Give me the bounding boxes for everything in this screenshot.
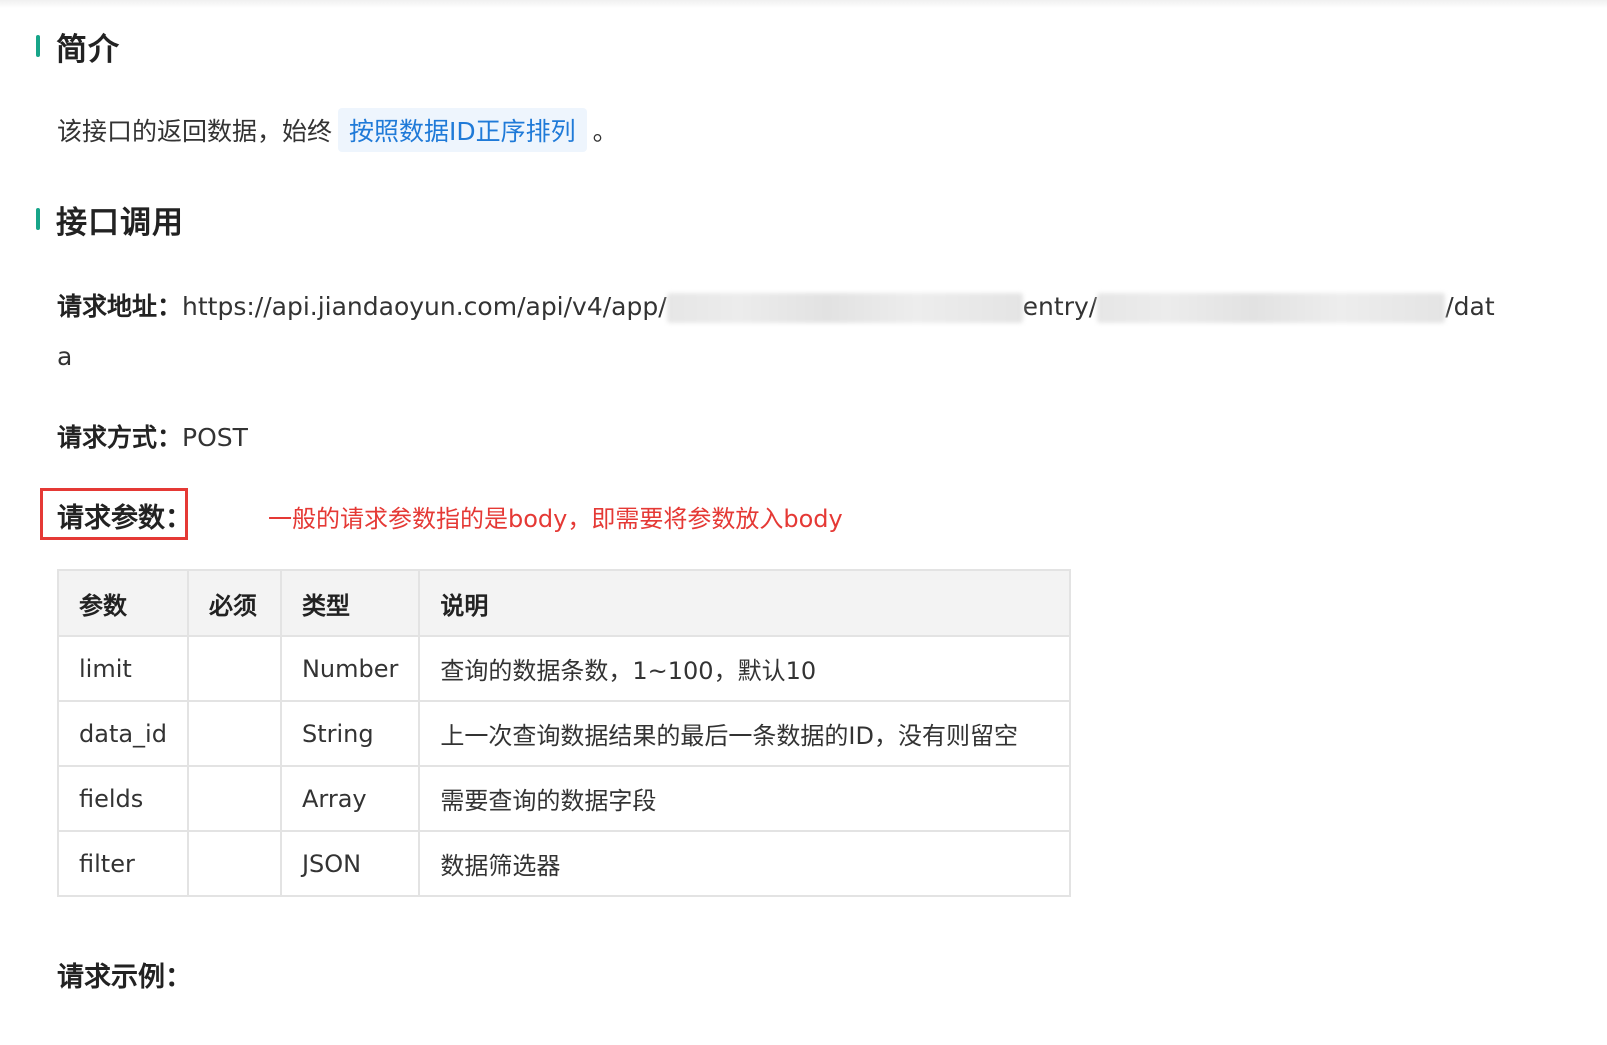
table-header-param: 参数 (57, 569, 189, 637)
request-url-label: 请求地址： (57, 292, 183, 321)
cell-param: limit (57, 635, 189, 702)
cell-type: JSON (279, 830, 421, 897)
params-annotation: 一般的请求参数指的是body，即需要将参数放入body (268, 505, 843, 533)
table-row: data_id String 上一次查询数据结果的最后一条数据的ID，没有则留空 (57, 700, 1072, 767)
cell-param: fields (57, 765, 189, 832)
intro-heading-text: 简介 (56, 31, 120, 68)
request-method-value: POST (182, 423, 248, 452)
api-heading: 接口调用 (36, 199, 184, 241)
cell-param: filter (57, 830, 189, 897)
cell-desc: 查询的数据条数，1~100，默认10 (418, 635, 1072, 702)
table-row: filter JSON 数据筛选器 (57, 830, 1072, 897)
table-header-type: 类型 (279, 569, 421, 637)
table-header-row: 参数 必须 类型 说明 (57, 569, 1072, 637)
request-url-wrap: a (57, 342, 73, 371)
request-url-part2: entry/ (1022, 292, 1098, 321)
redacted-entry-id (1097, 293, 1446, 323)
intro-paragraph: 该接口的返回数据，始终 按照数据ID正序排列。 (57, 108, 618, 152)
cell-type: Array (279, 765, 421, 832)
cell-desc: 需要查询的数据字段 (418, 765, 1072, 832)
table-header-required: 必须 (186, 569, 282, 637)
intro-text-before: 该接口的返回数据，始终 (57, 117, 333, 146)
heading-accent-bar (36, 208, 40, 230)
request-method-label: 请求方式： (57, 423, 183, 452)
request-method-row: 请求方式：POST (57, 418, 248, 454)
cell-type: String (279, 700, 421, 767)
intro-text-after: 。 (592, 117, 618, 146)
table-header-desc: 说明 (418, 569, 1072, 637)
intro-highlight: 按照数据ID正序排列 (338, 108, 587, 152)
cell-desc: 上一次查询数据结果的最后一条数据的ID，没有则留空 (418, 700, 1072, 767)
params-table: 参数 必须 类型 说明 limit Number 查询的数据条数，1~100，默… (57, 569, 1072, 897)
request-params-label: 请求参数： (57, 503, 192, 534)
intro-heading: 简介 (36, 26, 120, 68)
cell-type: Number (279, 635, 421, 702)
cell-desc: 数据筛选器 (418, 830, 1072, 897)
top-shadow (0, 0, 1607, 8)
api-heading-text: 接口调用 (56, 204, 184, 241)
cell-required (186, 765, 282, 832)
cell-required (186, 635, 282, 702)
request-url-row: 请求地址：https://api.jiandaoyun.com/api/v4/a… (57, 282, 1517, 332)
request-url-part1: https://api.jiandaoyun.com/api/v4/app/ (182, 292, 667, 321)
cell-param: data_id (57, 700, 189, 767)
table-row: limit Number 查询的数据条数，1~100，默认10 (57, 635, 1072, 702)
cell-required (186, 700, 282, 767)
heading-accent-bar (36, 35, 40, 57)
request-example-label: 请求示例： (57, 962, 192, 993)
table-row: fields Array 需要查询的数据字段 (57, 765, 1072, 832)
redacted-app-id (666, 293, 1023, 323)
request-url-part3: /dat (1445, 292, 1495, 321)
cell-required (186, 830, 282, 897)
